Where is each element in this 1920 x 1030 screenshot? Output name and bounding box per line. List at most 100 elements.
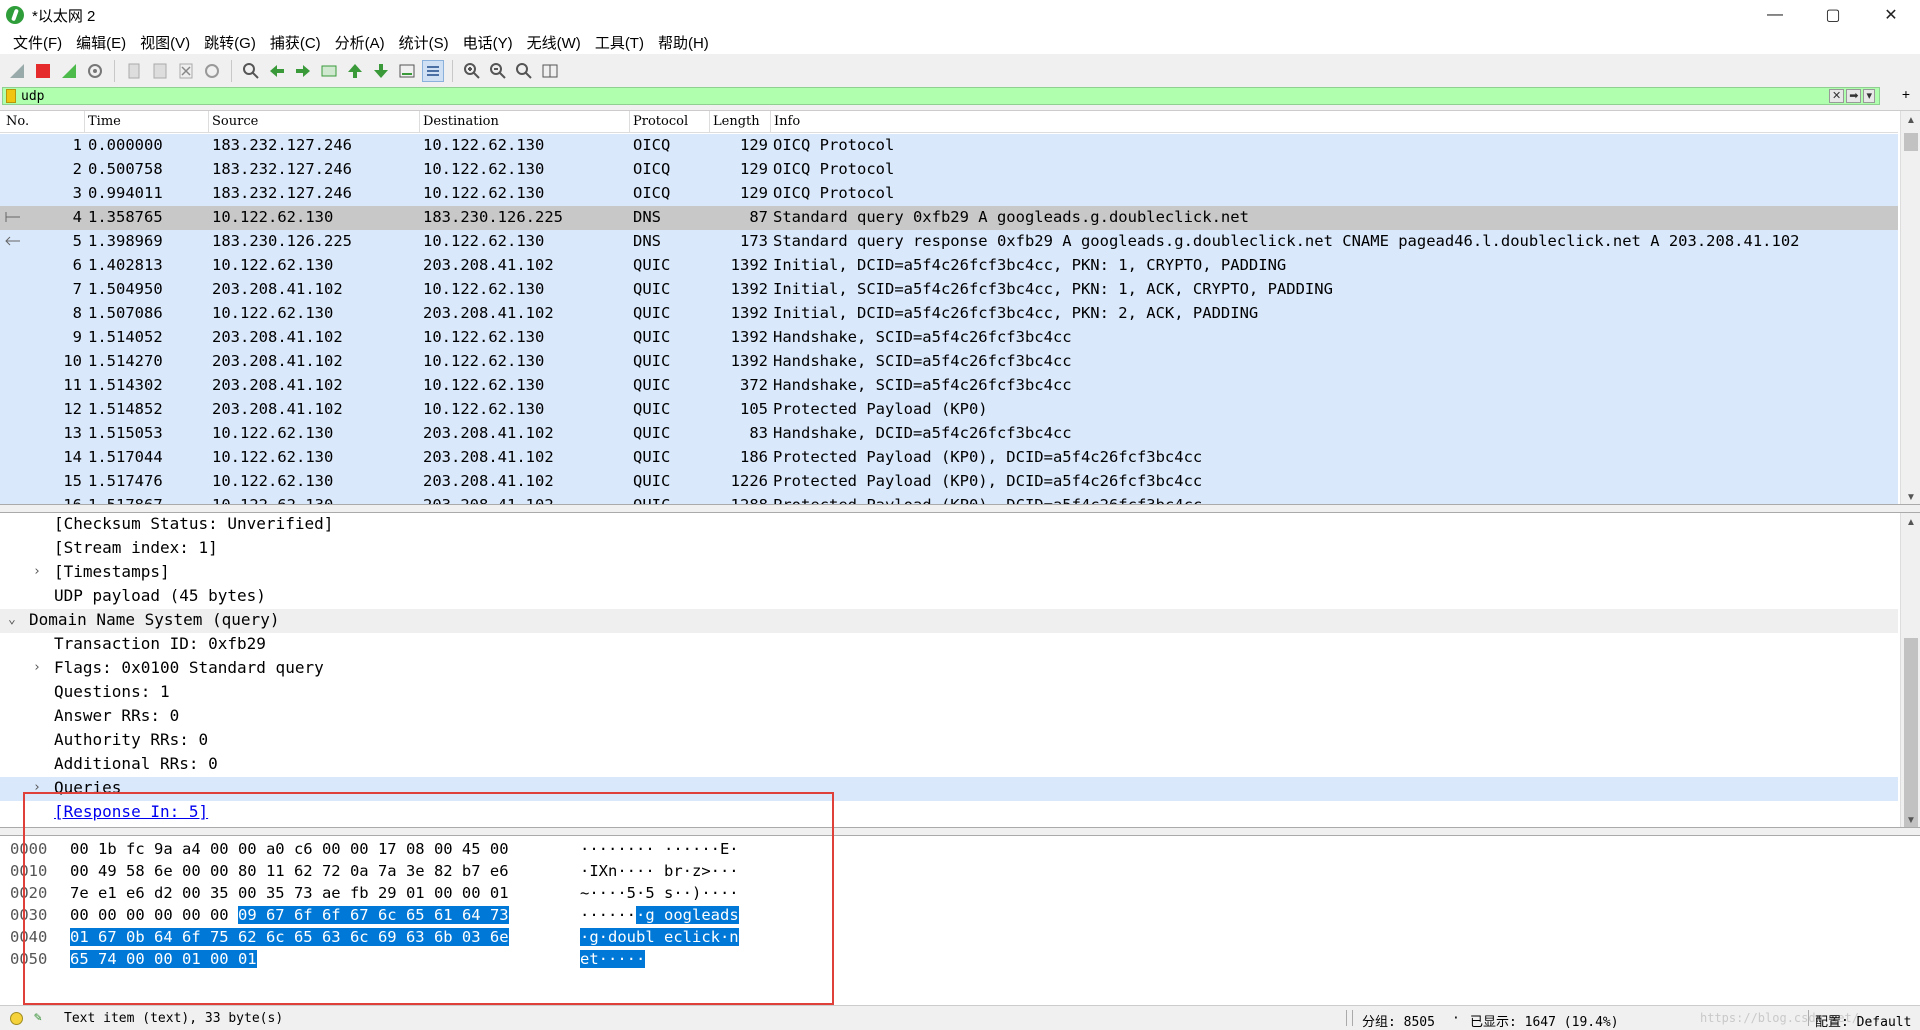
packet-list-scrollbar[interactable]: ▲ ▼ xyxy=(1900,111,1920,504)
packet-row[interactable]: 15 1.517476 10.122.62.130 203.208.41.102 QUI… xyxy=(0,470,1898,494)
column-time[interactable]: Time xyxy=(88,114,121,129)
display-filter-input[interactable]: udp ✕ ➡ ▾ xyxy=(2,87,1880,105)
zoom-reset-icon[interactable] xyxy=(513,60,535,82)
menu-capture[interactable]: 捕获(C) xyxy=(263,32,328,53)
expand-arrow-icon[interactable]: › xyxy=(33,660,41,675)
column-length[interactable]: Length xyxy=(713,114,760,129)
collapse-arrow-icon[interactable]: ⌄ xyxy=(8,612,16,627)
menu-tools[interactable]: 工具(T) xyxy=(588,32,651,53)
packet-row[interactable]: 3 0.994011 183.232.127.246 10.122.62.130 OIC… xyxy=(0,182,1898,206)
profile-indicator[interactable]: 配置: Default xyxy=(1815,1011,1911,1030)
menu-analyze[interactable]: 分析(A) xyxy=(328,32,392,53)
menu-telephony[interactable]: 电话(Y) xyxy=(456,32,520,53)
detail-row[interactable]: Questions: 1 xyxy=(0,681,1898,705)
cell-time: 1.517044 xyxy=(88,448,163,466)
packet-row[interactable]: 11 1.514302 203.208.41.102 10.122.62.130 QUI… xyxy=(0,374,1898,398)
packet-row[interactable]: 2 0.500758 183.232.127.246 10.122.62.130 OIC… xyxy=(0,158,1898,182)
cell-source: 203.208.41.102 xyxy=(212,376,343,394)
detail-row[interactable]: UDP payload (45 bytes) xyxy=(0,585,1898,609)
save-file-icon[interactable] xyxy=(149,60,171,82)
find-packet-icon[interactable] xyxy=(240,60,262,82)
packet-row[interactable]: 1 0.000000 183.232.127.246 10.122.62.130 OIC… xyxy=(0,134,1898,158)
response-in-link[interactable]: [Response In: 5] xyxy=(54,802,208,821)
packet-row[interactable]: 13 1.515053 10.122.62.130 203.208.41.102 QUI… xyxy=(0,422,1898,446)
menu-view[interactable]: 视图(V) xyxy=(133,32,197,53)
scroll-down-arrow-icon[interactable]: ▼ xyxy=(1901,811,1920,827)
add-filter-button[interactable]: + xyxy=(1902,86,1910,102)
stop-capture-icon[interactable] xyxy=(32,60,54,82)
bookmark-icon[interactable] xyxy=(6,89,16,103)
minimize-button[interactable]: — xyxy=(1746,0,1804,30)
menu-file[interactable]: 文件(F) xyxy=(6,32,69,53)
clear-filter-button[interactable]: ✕ xyxy=(1829,89,1845,103)
menu-help[interactable]: 帮助(H) xyxy=(651,32,716,53)
packet-row[interactable]: 8 1.507086 10.122.62.130 203.208.41.102 QUIC… xyxy=(0,302,1898,326)
scroll-down-arrow-icon[interactable]: ▼ xyxy=(1901,488,1920,504)
packet-row[interactable]: 10 1.514270 203.208.41.102 10.122.62.130 QUI… xyxy=(0,350,1898,374)
go-to-packet-icon[interactable] xyxy=(318,60,340,82)
expand-arrow-icon[interactable]: › xyxy=(33,564,41,579)
detail-row[interactable]: › Flags: 0x0100 Standard query xyxy=(0,657,1898,681)
detail-row[interactable]: [Stream index: 1] xyxy=(0,537,1898,561)
scrollbar-thumb[interactable] xyxy=(1904,133,1918,151)
scrollbar-thumb[interactable] xyxy=(1904,638,1918,827)
packet-row[interactable]: 6 1.402813 10.122.62.130 203.208.41.102 QUIC… xyxy=(0,254,1898,278)
menu-edit[interactable]: 编辑(E) xyxy=(69,32,133,53)
packet-row[interactable]: 7 1.504950 203.208.41.102 10.122.62.130 QUIC… xyxy=(0,278,1898,302)
column-source[interactable]: Source xyxy=(212,114,258,129)
cell-destination: 203.208.41.102 xyxy=(423,472,554,490)
reload-file-icon[interactable] xyxy=(201,60,223,82)
column-destination[interactable]: Destination xyxy=(423,114,499,129)
packet-row[interactable]: 4 1.358765 10.122.62.130 183.230.126.225 DNS… xyxy=(0,206,1898,230)
apply-filter-button[interactable]: ➡ xyxy=(1846,89,1862,103)
open-file-icon[interactable] xyxy=(123,60,145,82)
packet-row[interactable]: 5 1.398969 183.230.126.225 10.122.62.130 DNS… xyxy=(0,230,1898,254)
close-button[interactable]: ✕ xyxy=(1862,0,1920,30)
cell-time: 1.398969 xyxy=(88,232,163,250)
edit-comment-icon[interactable]: ✎ xyxy=(34,1010,42,1025)
go-last-packet-icon[interactable] xyxy=(370,60,392,82)
detail-row[interactable]: Additional RRs: 0 xyxy=(0,753,1898,777)
scroll-up-arrow-icon[interactable]: ▲ xyxy=(1901,111,1920,129)
column-no[interactable]: No. xyxy=(6,114,29,129)
cell-no: 7 xyxy=(72,280,82,298)
column-info[interactable]: Info xyxy=(774,114,800,129)
detail-row[interactable]: Authority RRs: 0 xyxy=(0,729,1898,753)
restart-capture-icon[interactable] xyxy=(58,60,80,82)
detail-row[interactable]: Transaction ID: 0xfb29 xyxy=(0,633,1898,657)
detail-row-dns[interactable]: ⌄ Domain Name System (query) xyxy=(0,609,1898,633)
scroll-up-arrow-icon[interactable]: ▲ xyxy=(1901,513,1920,531)
menu-go[interactable]: 跳转(G) xyxy=(197,32,263,53)
detail-row[interactable]: [Checksum Status: Unverified] xyxy=(0,513,1898,537)
detail-row-response-link[interactable]: [Response In: 5] xyxy=(0,801,1898,825)
packet-row[interactable]: 14 1.517044 10.122.62.130 203.208.41.102 QUI… xyxy=(0,446,1898,470)
auto-scroll-icon[interactable] xyxy=(396,60,418,82)
menu-wireless[interactable]: 无线(W) xyxy=(520,32,588,53)
go-forward-icon[interactable] xyxy=(292,60,314,82)
capture-options-icon[interactable] xyxy=(84,60,106,82)
zoom-in-icon[interactable] xyxy=(461,60,483,82)
detail-row[interactable]: › [Timestamps] xyxy=(0,561,1898,585)
colorize-icon[interactable] xyxy=(422,60,444,82)
shark-fin-start-icon[interactable] xyxy=(6,60,28,82)
go-first-packet-icon[interactable] xyxy=(344,60,366,82)
zoom-out-icon[interactable] xyxy=(487,60,509,82)
detail-row-queries[interactable]: › Queries xyxy=(0,777,1898,801)
detail-row[interactable]: Answer RRs: 0 xyxy=(0,705,1898,729)
cell-no: 16 xyxy=(63,496,82,505)
recent-filters-dropdown[interactable]: ▾ xyxy=(1863,89,1875,103)
go-back-icon[interactable] xyxy=(266,60,288,82)
packet-row[interactable]: 12 1.514852 203.208.41.102 10.122.62.130 QUI… xyxy=(0,398,1898,422)
close-file-icon[interactable] xyxy=(175,60,197,82)
expert-info-icon[interactable] xyxy=(10,1012,23,1025)
cell-no: 13 xyxy=(63,424,82,442)
menu-statistics[interactable]: 统计(S) xyxy=(392,32,456,53)
details-scrollbar[interactable]: ▲ ▼ xyxy=(1900,513,1920,827)
expand-arrow-icon[interactable]: › xyxy=(33,780,41,795)
packet-row[interactable]: 9 1.514052 203.208.41.102 10.122.62.130 QUIC… xyxy=(0,326,1898,350)
resize-columns-icon[interactable] xyxy=(539,60,561,82)
maximize-button[interactable]: ▢ xyxy=(1804,0,1862,30)
packet-row[interactable]: 16 1.517867 10.122.62.130 203.208.41.102 QUI… xyxy=(0,494,1898,505)
filter-value[interactable]: udp xyxy=(21,89,44,104)
column-protocol[interactable]: Protocol xyxy=(633,114,688,129)
